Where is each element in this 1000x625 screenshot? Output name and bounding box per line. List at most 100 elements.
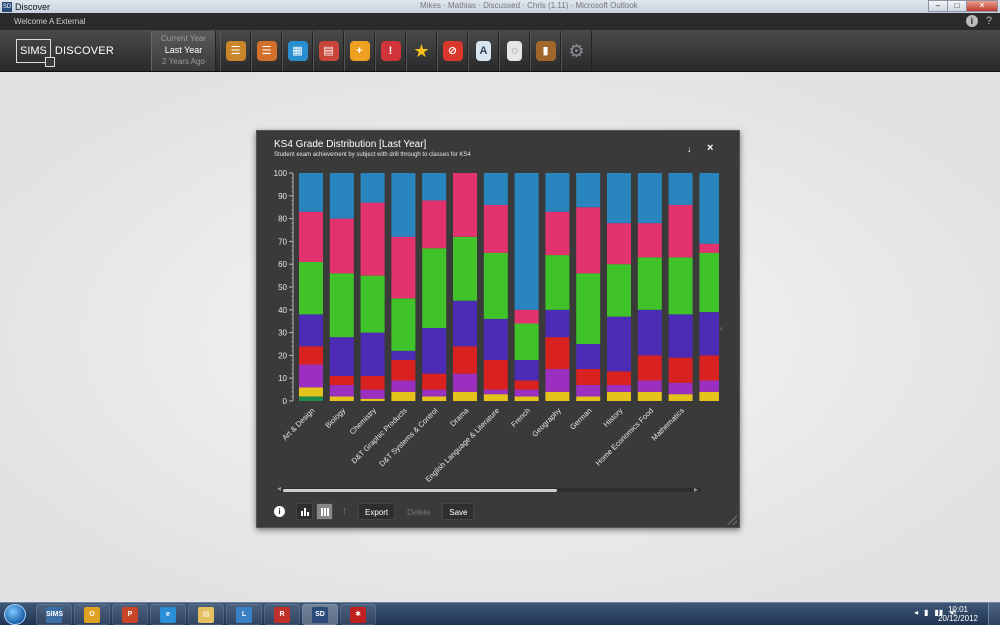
grouped-bar-chart-icon[interactable] bbox=[296, 503, 313, 520]
show-desktop-button[interactable] bbox=[988, 603, 1000, 625]
year-option-current[interactable]: Current Year bbox=[152, 34, 215, 43]
x-category-label[interactable]: Geography bbox=[530, 406, 563, 439]
groups-tool-button[interactable]: ▦ bbox=[282, 31, 313, 71]
bar-segment[interactable] bbox=[668, 394, 693, 401]
close-window-button[interactable]: ✕ bbox=[966, 0, 998, 12]
bar-segment[interactable] bbox=[360, 173, 385, 203]
bar-segment[interactable] bbox=[545, 309, 570, 338]
bar-segment[interactable] bbox=[514, 359, 539, 381]
stacked-bar-chart-icon[interactable] bbox=[316, 503, 333, 520]
bar-segment[interactable] bbox=[299, 314, 323, 347]
bar-segment[interactable] bbox=[668, 173, 693, 205]
bar-segment[interactable] bbox=[699, 355, 723, 381]
bar-segment[interactable] bbox=[329, 273, 354, 338]
bar-segment[interactable] bbox=[360, 389, 385, 399]
document-search-tool-button[interactable]: ◌ bbox=[499, 31, 530, 71]
x-category-label[interactable]: D&T Systems & Control bbox=[377, 406, 439, 468]
bar-segment[interactable] bbox=[360, 332, 385, 376]
bar-segment[interactable] bbox=[576, 385, 601, 397]
scroll-left-arrow-icon[interactable]: ◂ bbox=[277, 484, 281, 493]
bar-segment[interactable] bbox=[391, 350, 416, 360]
taskbar-clock[interactable]: 10:01 20/12/2012 bbox=[938, 605, 978, 623]
bar-segment[interactable] bbox=[699, 173, 723, 244]
tray-expand-icon[interactable]: ◂ bbox=[914, 608, 918, 617]
drill-up-arrow-icon[interactable]: ↑ bbox=[336, 503, 353, 520]
x-category-label[interactable]: German bbox=[568, 406, 594, 432]
bar-segment[interactable] bbox=[329, 375, 354, 386]
info-icon[interactable]: i bbox=[965, 15, 978, 27]
bar-segment[interactable] bbox=[422, 396, 447, 401]
bar-segment[interactable] bbox=[483, 389, 508, 395]
bar-segment[interactable] bbox=[545, 369, 570, 392]
x-category-label[interactable]: Home Economics Food bbox=[594, 406, 655, 467]
bar-segment[interactable] bbox=[514, 309, 539, 324]
bar-segment[interactable] bbox=[576, 173, 601, 208]
info-icon[interactable]: i bbox=[274, 506, 285, 517]
bar-segment[interactable] bbox=[360, 202, 385, 276]
bar-segment[interactable] bbox=[637, 223, 662, 258]
bar-segment[interactable] bbox=[699, 391, 723, 401]
maximize-button[interactable]: □ bbox=[947, 0, 967, 12]
horizontal-scrollbar-thumb[interactable] bbox=[283, 489, 557, 492]
bar-segment[interactable] bbox=[422, 248, 447, 329]
bar-segment[interactable] bbox=[360, 375, 385, 390]
paint-taskbar-item[interactable]: ✱ bbox=[340, 604, 376, 625]
x-category-label[interactable]: Art & Design bbox=[280, 406, 316, 442]
bar-segment[interactable] bbox=[607, 316, 631, 372]
bar-segment[interactable] bbox=[483, 318, 508, 360]
bar-segment[interactable] bbox=[637, 173, 662, 224]
panel-collapse-arrow-icon[interactable]: ‹ bbox=[720, 324, 723, 333]
bar-segment[interactable] bbox=[607, 264, 631, 317]
delete-button[interactable]: Delete bbox=[400, 503, 437, 520]
bar-segment[interactable] bbox=[514, 389, 539, 397]
document-letter-tool-button[interactable]: A bbox=[468, 31, 499, 71]
bar-segment[interactable] bbox=[668, 382, 693, 395]
minimize-button[interactable]: – bbox=[928, 0, 948, 12]
year-option-last-selected[interactable]: Last Year bbox=[152, 45, 215, 55]
bar-segment[interactable] bbox=[453, 346, 477, 374]
bar-segment[interactable] bbox=[329, 385, 354, 397]
bar-segment[interactable] bbox=[329, 337, 354, 376]
sims-taskbar-item[interactable]: SIMS bbox=[36, 604, 72, 625]
bar-segment[interactable] bbox=[668, 204, 693, 258]
bar-segment[interactable] bbox=[422, 173, 447, 201]
bar-segment[interactable] bbox=[514, 323, 539, 360]
bar-segment[interactable] bbox=[299, 387, 323, 397]
bar-segment[interactable] bbox=[422, 328, 447, 374]
bar-segment[interactable] bbox=[299, 364, 323, 388]
x-category-label[interactable]: Biology bbox=[323, 406, 347, 430]
bar-segment[interactable] bbox=[607, 173, 631, 224]
bar-segment[interactable] bbox=[699, 312, 723, 356]
tray-device-icon[interactable]: ▮ bbox=[924, 608, 928, 617]
bar-segment[interactable] bbox=[422, 389, 447, 397]
grade-distribution-chart[interactable]: 0 10 20 30 40 50 60 70 80 90 100 Art & Design Biolog… bbox=[257, 166, 741, 486]
bar-segment[interactable] bbox=[637, 257, 662, 310]
bar-segment[interactable] bbox=[329, 218, 354, 274]
remote-taskbar-item[interactable]: R bbox=[264, 604, 300, 625]
discover-taskbar-item[interactable]: SD bbox=[302, 604, 338, 625]
bar-segment[interactable] bbox=[329, 173, 354, 219]
bar-segment[interactable] bbox=[299, 211, 323, 262]
bar-segment[interactable] bbox=[483, 394, 508, 401]
bar-segment[interactable] bbox=[699, 380, 723, 392]
bar-segment[interactable] bbox=[637, 309, 662, 356]
bar-segment[interactable] bbox=[391, 391, 416, 401]
bar-segment[interactable] bbox=[607, 223, 631, 265]
save-button[interactable]: Save bbox=[442, 503, 475, 520]
lync-taskbar-item[interactable]: L bbox=[226, 604, 262, 625]
bar-segment[interactable] bbox=[607, 391, 631, 401]
download-icon[interactable]: ↓ bbox=[687, 144, 692, 154]
folder-book-tool-button[interactable]: ▮ bbox=[530, 31, 561, 71]
powerpoint-taskbar-item[interactable]: P bbox=[112, 604, 148, 625]
star-tool-button[interactable]: ★ bbox=[406, 31, 437, 71]
bar-segment[interactable] bbox=[299, 173, 323, 212]
x-category-label[interactable]: D&T Graphic Products bbox=[349, 406, 408, 465]
x-category-label[interactable]: Chemistry bbox=[348, 406, 378, 436]
bar-segment[interactable] bbox=[299, 346, 323, 365]
resize-grip[interactable] bbox=[727, 515, 737, 525]
bar-segment[interactable] bbox=[483, 359, 508, 390]
bar-segment[interactable] bbox=[453, 391, 477, 401]
bar-segment[interactable] bbox=[453, 173, 477, 237]
scroll-right-arrow-icon[interactable]: ▸ bbox=[694, 485, 698, 494]
bar-segment[interactable] bbox=[545, 391, 570, 401]
